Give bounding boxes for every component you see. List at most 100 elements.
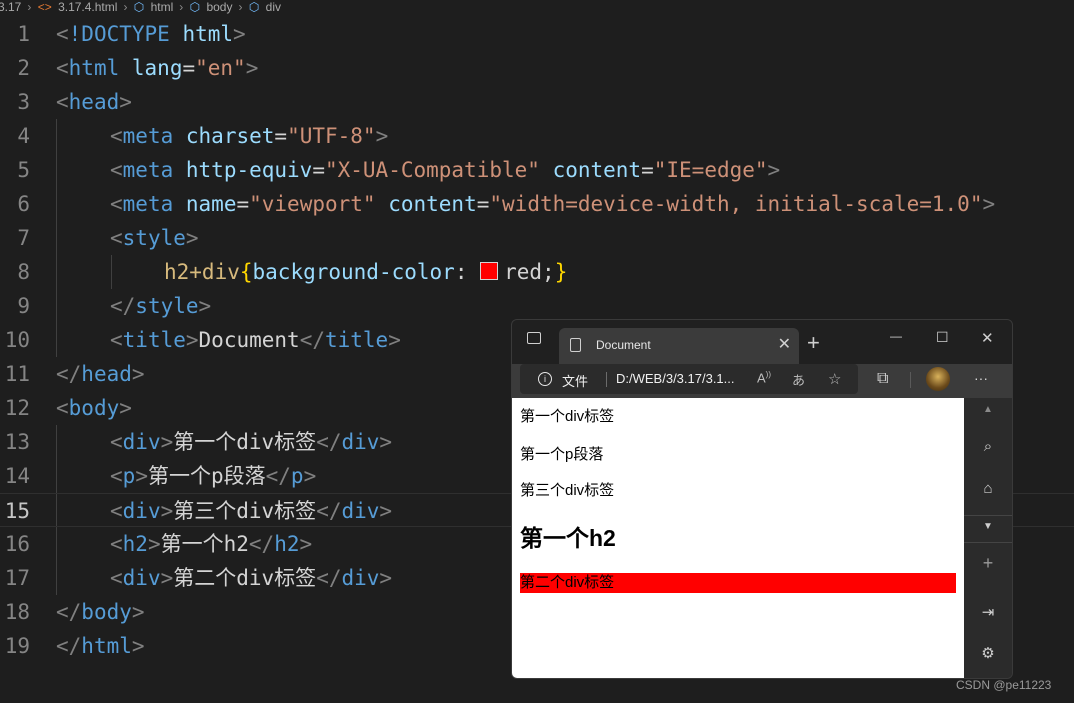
- maximize-button[interactable]: ☐: [936, 329, 949, 346]
- profile-avatar[interactable]: [926, 367, 950, 391]
- split-icon[interactable]: ⇥: [964, 603, 1012, 621]
- favorite-add-icon[interactable]: ☆: [828, 370, 841, 388]
- line-number: 14: [4, 464, 30, 488]
- chevron-up-icon[interactable]: ▲: [964, 404, 1012, 415]
- page-heading-h2: 第一个h2: [520, 525, 616, 551]
- code-line: 9 </style>: [0, 289, 1074, 323]
- code-text: <p>第一个p段落</p>: [110, 464, 317, 488]
- code-text: <div>第三个div标签</div>: [110, 499, 393, 523]
- chevron-right-icon: ›: [179, 0, 184, 14]
- info-icon[interactable]: i: [538, 372, 552, 386]
- line-number: 19: [4, 634, 30, 658]
- plus-icon[interactable]: +: [964, 553, 1012, 574]
- sidebar-divider: [964, 542, 1012, 543]
- line-number: 8: [17, 260, 30, 284]
- code-text: <title>Document</title>: [110, 328, 401, 352]
- browser-window[interactable]: Document ✕ + — ☐ ✕ i 文件 D:/WEB/3/3.17/3.…: [511, 319, 1013, 679]
- line-number: 13: [4, 430, 30, 454]
- chevron-down-icon[interactable]: ▼: [964, 521, 1012, 532]
- code-text: </body>: [56, 600, 145, 624]
- tag-icon[interactable]: ⌂: [964, 480, 1012, 497]
- more-menu-button[interactable]: ···: [974, 370, 988, 386]
- line-number: 10: [4, 328, 30, 352]
- web-page: 第一个div标签 第一个p段落 第三个div标签 第一个h2 第二个div标签: [512, 398, 964, 678]
- code-text: <head>: [56, 90, 132, 114]
- url-text[interactable]: D:/WEB/3/3.17/3.1...: [616, 371, 735, 386]
- code-line: 8 h2+div{background-color: red;}: [0, 255, 1074, 289]
- minimize-button[interactable]: —: [890, 329, 902, 343]
- read-aloud-icon[interactable]: A)): [757, 370, 771, 385]
- document-icon: [570, 338, 581, 352]
- code-line: 3 <head>: [0, 85, 1074, 119]
- code-text: <h2>第一个h2</h2>: [110, 532, 313, 556]
- line-number: 12: [4, 396, 30, 420]
- chevron-right-icon: ›: [27, 0, 32, 14]
- code-text: </style>: [110, 294, 212, 318]
- code-text: <body>: [56, 396, 132, 420]
- element-icon: ⬡: [248, 0, 260, 14]
- line-number: 1: [17, 22, 30, 46]
- code-text: <meta name="viewport" content="width=dev…: [110, 192, 996, 216]
- tab-bar: Document ✕ + — ☐ ✕: [512, 320, 1012, 364]
- code-text: <div>第一个div标签</div>: [110, 430, 393, 454]
- sidebar-divider: [964, 515, 1012, 516]
- search-icon[interactable]: ⌕: [964, 438, 1012, 455]
- code-text: <html lang="en">: [56, 56, 259, 80]
- breadcrumb-file[interactable]: 3.17.4.html: [58, 0, 117, 14]
- code-text: <meta http-equiv="X-UA-Compatible" conte…: [110, 158, 781, 182]
- element-icon: ⬡: [133, 0, 145, 14]
- code-line: 6 <meta name="viewport" content="width=d…: [0, 187, 1074, 221]
- code-text: </html>: [56, 634, 145, 658]
- code-text: <style>: [110, 226, 199, 250]
- browser-sidebar: ▲ ⌕ ⌂ ▼ + ⇥ ⚙: [964, 398, 1012, 678]
- tab-document[interactable]: Document ✕: [559, 328, 799, 364]
- new-tab-button[interactable]: +: [807, 330, 820, 356]
- line-number: 16: [4, 532, 30, 556]
- line-number: 15: [4, 499, 30, 523]
- breadcrumb-div[interactable]: div: [266, 0, 281, 14]
- code-line: 5 <meta http-equiv="X-UA-Compatible" con…: [0, 153, 1074, 187]
- gear-icon[interactable]: ⚙: [964, 644, 1012, 662]
- line-number: 9: [17, 294, 30, 318]
- code-text: <div>第二个div标签</div>: [110, 566, 393, 590]
- line-number: 7: [17, 226, 30, 250]
- line-number: 4: [17, 124, 30, 148]
- close-window-button[interactable]: ✕: [981, 329, 994, 347]
- page-div-third: 第三个div标签: [520, 482, 615, 499]
- close-tab-icon[interactable]: ✕: [778, 334, 791, 354]
- color-swatch[interactable]: [480, 262, 499, 280]
- line-number: 18: [4, 600, 30, 624]
- chevron-right-icon: ›: [238, 0, 243, 14]
- html-file-icon: <>: [37, 0, 52, 14]
- page-paragraph: 第一个p段落: [520, 446, 604, 463]
- code-line: 7 <style>: [0, 221, 1074, 255]
- code-text: <meta charset="UTF-8">: [110, 124, 389, 148]
- page-div-first: 第一个div标签: [520, 408, 615, 425]
- toolbar-divider: [910, 372, 911, 388]
- line-number: 5: [17, 158, 30, 182]
- translate-icon[interactable]: あ: [792, 370, 805, 389]
- line-number: 17: [4, 566, 30, 590]
- address-divider: [606, 372, 607, 387]
- tab-actions-icon[interactable]: [527, 332, 541, 344]
- page-div-second-highlighted: 第二个div标签: [520, 573, 956, 593]
- code-text: <!DOCTYPE html>: [56, 22, 246, 46]
- chevron-right-icon: ›: [123, 0, 128, 14]
- code-line: 1 <!DOCTYPE html>: [0, 17, 1074, 51]
- breadcrumb-folder[interactable]: 3.17: [0, 0, 21, 14]
- code-line: 4 <meta charset="UTF-8">: [0, 119, 1074, 153]
- watermark: CSDN @pe11223: [956, 678, 1052, 692]
- breadcrumb-html[interactable]: html: [151, 0, 174, 14]
- breadcrumb: 3.17 › <> 3.17.4.html › ⬡ html › ⬡ body › ⬡ …: [0, 0, 284, 14]
- line-number: 3: [17, 90, 30, 114]
- address-bar[interactable]: i 文件 D:/WEB/3/3.17/3.1... A)) あ ☆: [520, 364, 858, 394]
- line-number: 2: [17, 56, 30, 80]
- code-text: </head>: [56, 362, 145, 386]
- breadcrumb-body[interactable]: body: [206, 0, 232, 14]
- element-icon: ⬡: [189, 0, 201, 14]
- extensions-icon[interactable]: ⧉: [877, 370, 888, 388]
- line-number: 11: [4, 362, 30, 386]
- code-line: 2 <html lang="en">: [0, 51, 1074, 85]
- code-text: h2+div{background-color: red;}: [164, 260, 568, 284]
- line-number: 6: [17, 192, 30, 216]
